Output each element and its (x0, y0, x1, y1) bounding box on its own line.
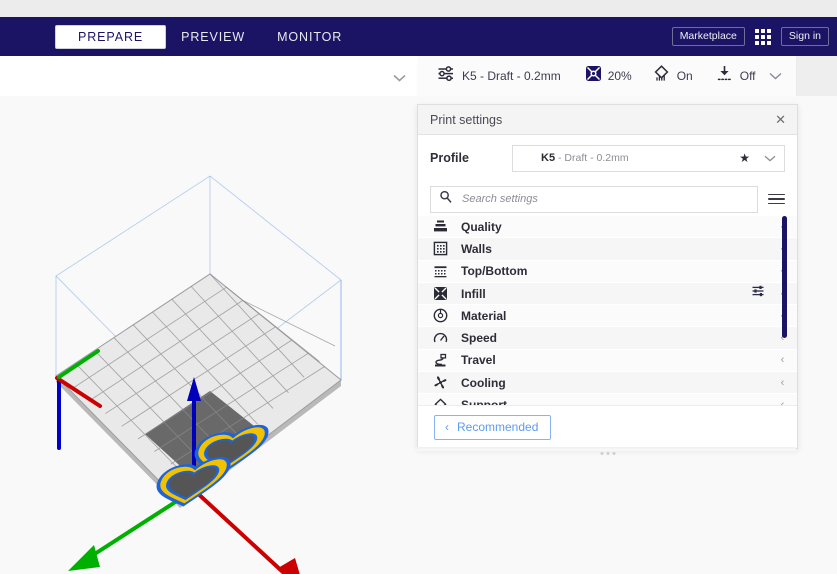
material-icon (432, 308, 448, 324)
search-icon (439, 190, 453, 209)
settings-sliders-icon[interactable] (751, 284, 765, 303)
tab-preview[interactable]: PREVIEW (165, 26, 261, 48)
left-toolbar-panel (0, 56, 418, 97)
settings-scrollbar-track[interactable] (782, 216, 787, 405)
setup-infill-value: 20% (607, 69, 632, 83)
chevron-left-icon: ‹ (445, 419, 449, 434)
top-bottom-icon (432, 263, 448, 279)
header-actions: Marketplace Sign in (671, 17, 829, 56)
infill-icon (432, 286, 448, 302)
setup-profile-item[interactable]: K5 - Draft - 0.2mm (436, 64, 561, 89)
profile-row: Profile K5 - Draft - 0.2mm ★ (418, 135, 797, 181)
star-icon[interactable]: ★ (739, 151, 750, 165)
category-label: Material (461, 308, 507, 323)
profile-value: K5 - Draft - 0.2mm (519, 152, 629, 164)
settings-category-speed[interactable]: Speed ‹ (418, 327, 797, 350)
settings-category-walls[interactable]: Walls ‹ (418, 238, 797, 261)
profile-select[interactable]: K5 - Draft - 0.2mm ★ (512, 144, 785, 172)
settings-category-infill[interactable]: Infill ‹ (418, 282, 797, 306)
settings-category-material[interactable]: Material ‹ (418, 305, 797, 328)
tab-prepare[interactable]: PREPARE (56, 25, 166, 48)
setup-support-value: On (676, 69, 693, 83)
panel-title: Print settings (430, 112, 503, 127)
category-label: Speed (461, 331, 498, 346)
apps-grid-icon[interactable] (754, 28, 772, 46)
category-label: Walls (461, 241, 492, 256)
hamburger-menu-icon[interactable] (768, 193, 785, 205)
profile-value-strong: K5 (541, 152, 556, 164)
profile-value-rest: - Draft - 0.2mm (555, 152, 629, 164)
panel-bottom-shadow (417, 447, 796, 451)
recommended-label: Recommended (457, 419, 539, 434)
walls-icon (432, 241, 448, 257)
category-label: Infill (461, 286, 486, 301)
axis-x-line (192, 488, 287, 574)
axis-x-arrow (278, 558, 300, 574)
settings-category-list[interactable]: Quality ‹ Walls (418, 216, 797, 405)
axis-y-arrow (68, 545, 100, 571)
setup-profile-text: K5 - Draft - 0.2mm (462, 69, 561, 83)
cura-window: PREPARE PREVIEW MONITOR Marketplace Sign… (0, 0, 837, 574)
resize-grip-dots-icon[interactable] (600, 452, 615, 455)
support-icon (432, 397, 448, 405)
category-label: Top/Bottom (461, 264, 528, 279)
close-icon[interactable]: ✕ (775, 113, 786, 126)
setup-support-item[interactable]: On (652, 64, 693, 88)
speed-icon (432, 330, 448, 346)
settings-category-travel[interactable]: Travel ‹ (418, 349, 797, 373)
settings-category-cooling[interactable]: Cooling ‹ (418, 372, 797, 395)
settings-scrollbar-thumb[interactable] (782, 216, 787, 338)
category-label: Quality (461, 219, 502, 234)
support-icon (652, 64, 671, 88)
infill-icon (585, 65, 602, 87)
setup-adhesion-value: Off (739, 69, 756, 83)
search-input[interactable] (460, 192, 749, 206)
settings-category-support[interactable]: Support ‹ (418, 394, 797, 405)
settings-category-quality[interactable]: Quality ‹ (418, 216, 797, 239)
chevron-down-icon[interactable] (393, 69, 406, 87)
profile-label: Profile (430, 151, 469, 165)
app-header: PREPARE PREVIEW MONITOR Marketplace Sign… (0, 17, 837, 56)
category-label: Support (461, 398, 507, 405)
print-setup-summary-bar[interactable]: K5 - Draft - 0.2mm 20% On Off (418, 56, 796, 97)
cooling-icon (432, 375, 448, 391)
sign-in-button[interactable]: Sign in (780, 26, 829, 47)
marketplace-button[interactable]: Marketplace (671, 26, 745, 47)
recommended-mode-button[interactable]: ‹ Recommended (434, 414, 552, 440)
chevron-down-icon[interactable] (769, 67, 782, 85)
category-label: Travel (461, 353, 496, 368)
chevron-down-icon[interactable] (764, 149, 776, 167)
tab-monitor[interactable]: MONITOR (261, 26, 358, 48)
travel-icon (432, 352, 448, 368)
category-label: Cooling (461, 375, 506, 390)
settings-category-top-bottom[interactable]: Top/Bottom ‹ (418, 260, 797, 283)
build-plate-adhesion-icon (715, 64, 734, 88)
main-nav-tabs: PREPARE PREVIEW MONITOR (56, 17, 358, 56)
setup-infill-item[interactable]: 20% (585, 65, 632, 87)
setup-adhesion-item[interactable]: Off (715, 64, 756, 88)
window-top-strip (0, 0, 837, 17)
print-settings-panel: Print settings ✕ Profile K5 - Draft - 0.… (417, 104, 798, 455)
panel-footer: ‹ Recommended (418, 405, 797, 448)
panel-header: Print settings ✕ (418, 105, 797, 135)
quality-icon (432, 219, 448, 235)
search-box[interactable] (430, 185, 758, 213)
search-row (418, 181, 797, 217)
print-settings-sliders-icon (436, 64, 456, 89)
